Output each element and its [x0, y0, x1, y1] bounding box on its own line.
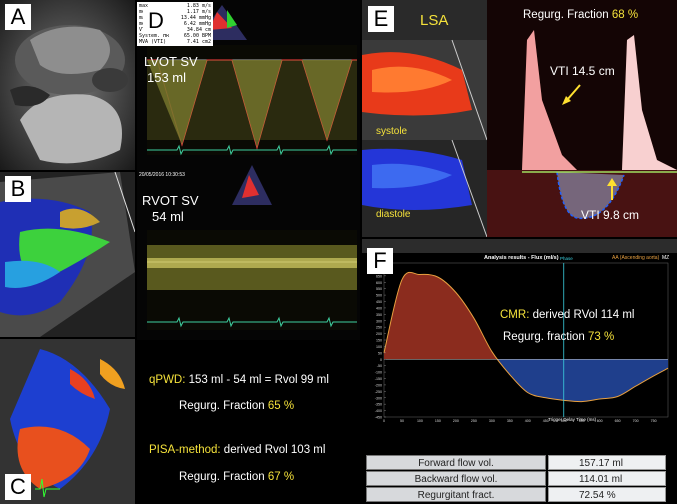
pisa-fraction: Regurg. Fraction 67 % — [179, 471, 295, 483]
x-tick-label: 300 — [489, 419, 495, 423]
vti-forward-label: VTI 14.5 cm — [550, 64, 615, 78]
y-tick-label: -350 — [375, 403, 382, 407]
y-tick-label: 450 — [376, 300, 382, 304]
e-fraction: Regurg. Fraction 68 % — [523, 9, 639, 21]
y-tick-label: -250 — [375, 390, 382, 394]
y-tick-label: 150 — [376, 339, 382, 343]
y-tick-label: -150 — [375, 377, 382, 381]
y-tick-label: 600 — [376, 281, 382, 285]
row-label: Regurgitant fract. — [366, 487, 546, 502]
pisa-line: PISA-method: derived Rvol 103 ml — [149, 444, 326, 456]
panel-label-d: D — [143, 8, 169, 34]
x-tick-label: 600 — [597, 419, 603, 423]
rvot-value: 54 ml — [152, 209, 184, 224]
y-tick-label: 350 — [376, 313, 382, 317]
vessel-label: LSA — [420, 12, 449, 29]
timestamp: 20/05/2016 10:30:53 — [139, 172, 185, 178]
y-tick-label: 50 — [378, 351, 382, 355]
x-tick-label: 700 — [633, 419, 639, 423]
y-tick-label: 250 — [376, 326, 382, 330]
row-value: 157.17 ml — [548, 455, 666, 470]
lvot-title: LVOT SV — [144, 54, 198, 69]
y-tick-label: 0 — [380, 358, 382, 362]
x-tick-label: 0 — [383, 419, 385, 423]
panel-f-cmr: Analysis results - Flux (ml/s) AA (Ascen… — [362, 239, 677, 504]
y-tick-label: 650 — [376, 274, 382, 278]
panel-a-mri: A — [0, 0, 135, 170]
diastole-label: diastole — [376, 209, 411, 220]
qpwd-fraction: Regurg. Fraction 65 % — [179, 400, 295, 412]
lvot-value: 153 ml — [147, 70, 187, 85]
y-tick-label: 550 — [376, 287, 382, 291]
x-tick-label: 750 — [651, 419, 657, 423]
panel-b-doppler: B — [0, 172, 135, 337]
panel-label-a: A — [5, 4, 31, 30]
panel-d-spectral: max1.83 m/s mean1.17 m/s maxPG13.44 mmHg… — [137, 0, 360, 504]
row-label: Forward flow vol. — [366, 455, 546, 470]
x-tick-label: 250 — [471, 419, 477, 423]
y-tick-label: -200 — [375, 383, 382, 387]
results-table: Forward flow vol. 157.17 ml Backward flo… — [366, 455, 666, 503]
spectral-doppler-image — [137, 0, 360, 340]
cmr-line: CMR: derived RVol 114 ml — [500, 309, 635, 321]
systole-label: systole — [376, 126, 408, 137]
table-row-backward: Backward flow vol. 114.01 ml — [366, 471, 666, 486]
y-tick-label: 500 — [376, 294, 382, 298]
x-tick-label: 50 — [400, 419, 404, 423]
y-tick-label: 300 — [376, 319, 382, 323]
table-row-forward: Forward flow vol. 157.17 ml — [366, 455, 666, 470]
cmr-fraction: Regurg. fraction 73 % — [503, 331, 615, 343]
x-tick-label: 100 — [417, 419, 423, 423]
panel-c-echo: C — [0, 339, 135, 504]
x-tick-label: 200 — [453, 419, 459, 423]
y-tick-label: -50 — [377, 364, 382, 368]
lsa-doppler-image — [362, 0, 677, 237]
x-tick-label: 650 — [615, 419, 621, 423]
rvot-title: RVOT SV — [142, 193, 199, 208]
qpwd-line: qPWD: 153 ml - 54 ml = Rvol 99 ml — [149, 374, 329, 386]
row-label: Backward flow vol. — [366, 471, 546, 486]
x-tick-label: 400 — [525, 419, 531, 423]
y-tick-label: 200 — [376, 332, 382, 336]
x-tick-label: 350 — [507, 419, 513, 423]
panel-label-f: F — [367, 248, 393, 274]
y-tick-label: 400 — [376, 306, 382, 310]
y-tick-label: -450 — [375, 416, 382, 420]
y-tick-label: -100 — [375, 371, 382, 375]
panel-e-lsa: E LSA Regurg. Fraction 68 % VTI 14.5 cm … — [362, 0, 677, 237]
row-value: 114.01 ml — [548, 471, 666, 486]
qpwd-summary: qPWD: 153 ml - 54 ml = Rvol 99 ml Regurg… — [137, 340, 360, 504]
y-tick-label: -400 — [375, 409, 382, 413]
table-row-regurgitant: Regurgitant fract. 72.54 % — [366, 487, 666, 502]
row-value: 72.54 % — [548, 487, 666, 502]
panel-label-b: B — [5, 176, 31, 202]
x-axis-label: Trigger Delay Time (ms) — [548, 417, 597, 422]
panel-label-e: E — [368, 6, 394, 32]
vti-backward-label: VTI 9.8 cm — [581, 208, 640, 222]
panel-label-c: C — [5, 474, 31, 500]
y-tick-label: -300 — [375, 396, 382, 400]
x-tick-label: 150 — [435, 419, 441, 423]
y-tick-label: 100 — [376, 345, 382, 349]
